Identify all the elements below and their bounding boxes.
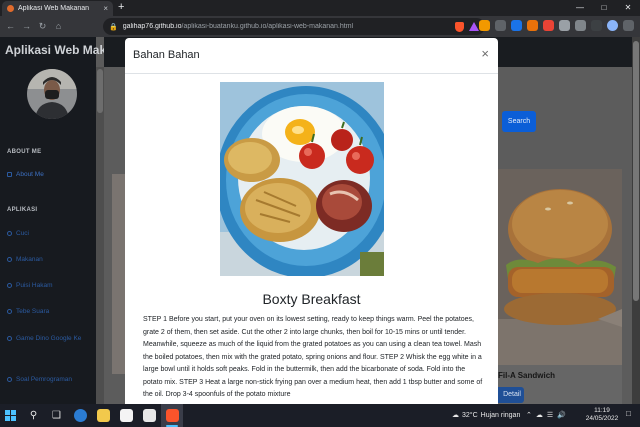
extension-icon[interactable]	[511, 20, 522, 31]
browser-tab-strip: Aplikasi Web Makanan × + — □ ✕	[0, 0, 640, 16]
sidebar-item-puisi[interactable]: Puisi Hakam	[7, 281, 91, 290]
sandwich-photo	[498, 169, 622, 365]
weather-description: Hujan ringan	[480, 412, 521, 419]
forward-icon[interactable]: →	[20, 16, 33, 37]
extensions-area	[479, 20, 634, 31]
window-controls: — □ ✕	[568, 0, 640, 16]
weather-temperature: 32°C	[462, 412, 478, 419]
circle-icon	[7, 377, 12, 382]
mail-icon[interactable]	[143, 409, 156, 422]
sidebar-scrollbar[interactable]	[96, 67, 104, 404]
extension-icon[interactable]	[527, 20, 538, 31]
clock-time: 11:19	[594, 407, 610, 414]
url-host: galihap76.github.io	[122, 23, 182, 30]
modal-title: Bahan Bahan	[133, 49, 200, 61]
maximize-button[interactable]: □	[592, 0, 616, 16]
modal-header: Bahan Bahan ×	[125, 38, 498, 74]
file-explorer-icon[interactable]	[97, 409, 110, 422]
extension-icon[interactable]	[495, 20, 506, 31]
extensions-puzzle-icon[interactable]	[591, 20, 602, 31]
search-icon[interactable]: ⚲	[27, 409, 40, 422]
sidebar-item-soal[interactable]: Soal Pemrograman	[7, 375, 91, 384]
profile-avatar-icon[interactable]	[607, 20, 618, 31]
tab-title: Aplikasi Web Makanan	[18, 5, 90, 12]
profile-avatar	[27, 69, 77, 119]
brave-taskbar-icon[interactable]	[166, 409, 179, 422]
weather-widget[interactable]: ☁ 32°C Hujan ringan	[452, 409, 520, 422]
address-bar[interactable]: 🔒 galihap76.github.io/aplikasi-buatanku.…	[103, 18, 485, 35]
home-icon[interactable]: ⌂	[52, 16, 65, 37]
sidebar-item-about-me[interactable]: About Me	[7, 170, 91, 179]
onedrive-icon[interactable]: ☁	[536, 409, 543, 422]
circle-icon	[7, 309, 12, 314]
url-path: /aplikasi-buatanku.github.io/aplikasi-we…	[181, 23, 354, 30]
sidebar: Aplikasi Web Makanan ABOUT ME About Me A…	[0, 37, 134, 404]
section-app-heading: APLIKASI	[7, 207, 38, 213]
extension-icon[interactable]	[575, 20, 586, 31]
user-icon	[7, 172, 12, 177]
recipe-text: STEP 1 Before you start, put your oven o…	[143, 316, 483, 398]
task-view-icon[interactable]: ❑	[50, 409, 63, 422]
extension-icon[interactable]	[543, 20, 554, 31]
browser-menu-icon[interactable]	[623, 20, 634, 31]
circle-icon	[7, 231, 12, 236]
sidebar-item-makanan[interactable]: Makanan	[7, 255, 91, 264]
wifi-icon[interactable]: ☰	[547, 409, 553, 422]
browser-tab[interactable]: Aplikasi Web Makanan ×	[2, 1, 113, 16]
food-card: Fil-A Sandwich Detail	[498, 169, 622, 404]
system-tray: ⌃ ☁ ☰ 🔊	[526, 409, 566, 422]
sidebar-item-label: About Me	[16, 171, 44, 178]
page-scrollbar[interactable]	[632, 37, 640, 404]
clock-date: 24/05/2022	[585, 415, 619, 422]
url-text[interactable]: galihap76.github.io/aplikasi-buatanku.gi…	[123, 23, 450, 30]
windows-start-icon[interactable]	[5, 410, 16, 421]
search-button[interactable]: Search	[502, 111, 536, 132]
cloud-rain-icon: ☁	[452, 412, 459, 419]
reload-icon[interactable]: ↻	[36, 16, 49, 37]
brave-shield-icon[interactable]	[455, 21, 464, 32]
ingredients-modal: Bahan Bahan × Boxty Breakfast STEP 1 Bef…	[125, 38, 498, 404]
extension-icon[interactable]	[479, 20, 490, 31]
edge-browser-icon[interactable]	[74, 409, 87, 422]
back-icon[interactable]: ←	[4, 16, 17, 37]
card-image-edge	[112, 174, 126, 374]
new-tab-button[interactable]: +	[118, 1, 124, 14]
sidebar-item-label: Cuci	[16, 230, 30, 237]
card-title: Fil-A Sandwich	[498, 371, 556, 380]
sidebar-item-label: Soal Pemrograman	[16, 376, 72, 383]
extension-icon[interactable]	[559, 20, 570, 31]
section-about-heading: ABOUT ME	[7, 149, 42, 155]
food-photo	[220, 82, 384, 276]
circle-icon	[7, 336, 12, 341]
sidebar-item-cuci[interactable]: Cuci	[7, 229, 91, 238]
sidebar-item-tebe-suara[interactable]: Tebe Suara	[7, 307, 91, 316]
sidebar-item-label: Game Dino Google Ke	[16, 335, 82, 342]
site-favicon-icon	[7, 5, 14, 12]
sidebar-item-label: Puisi Hakam	[16, 282, 53, 289]
circle-icon	[7, 257, 12, 262]
volume-icon[interactable]: 🔊	[557, 409, 566, 422]
close-window-button[interactable]: ✕	[616, 0, 640, 16]
sidebar-item-label: Makanan	[16, 256, 43, 263]
card-detail-button[interactable]: Detail	[498, 387, 524, 403]
page: Aplikasi Web Makanan ABOUT ME About Me A…	[0, 37, 640, 404]
notification-icon[interactable]: □	[626, 409, 631, 418]
taskbar: ⚲ ❑ ☁ 32°C Hujan ringan ⌃ ☁ ☰ 🔊 11:19 24…	[0, 404, 640, 427]
chevron-up-icon[interactable]: ⌃	[526, 409, 532, 422]
sidebar-item-game-dino[interactable]: Game Dino Google Ke	[7, 334, 91, 343]
modal-close-button[interactable]: ×	[481, 46, 489, 61]
circle-icon	[7, 283, 12, 288]
lock-icon: 🔒	[109, 23, 118, 31]
browser-toolbar: ← → ↻ ⌂ 🔒 galihap76.github.io/aplikasi-b…	[0, 16, 640, 37]
food-title: Boxty Breakfast	[262, 291, 361, 307]
close-tab-icon[interactable]: ×	[103, 4, 108, 13]
store-icon[interactable]	[120, 409, 133, 422]
sidebar-item-label: Tebe Suara	[16, 308, 50, 315]
clock[interactable]: 11:19 24/05/2022	[584, 407, 620, 423]
minimize-button[interactable]: —	[568, 0, 592, 16]
brave-rewards-icon[interactable]	[469, 22, 479, 31]
